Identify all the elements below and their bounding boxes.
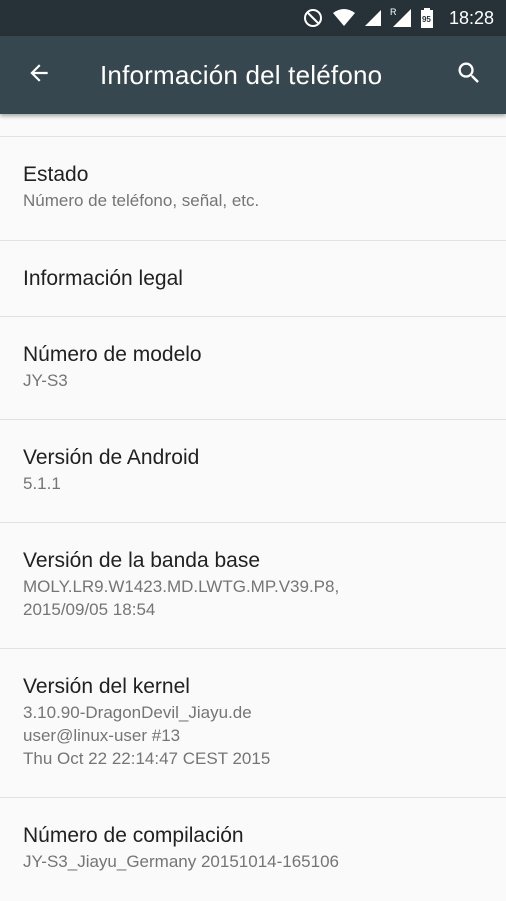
status-bar: R 95 18:28 bbox=[0, 0, 506, 36]
list-item-estado[interactable]: Estado Número de teléfono, señal, etc. bbox=[0, 137, 506, 241]
settings-list: Estado Número de teléfono, señal, etc. I… bbox=[0, 114, 506, 901]
search-button[interactable] bbox=[452, 58, 486, 92]
list-item-version-de-android[interactable]: Versión de Android 5.1.1 bbox=[0, 420, 506, 523]
list-item-version-banda-base[interactable]: Versión de la banda base MOLY.LR9.W1423.… bbox=[0, 523, 506, 649]
signal-icon bbox=[364, 10, 381, 26]
list-item-numero-de-modelo[interactable]: Número de modelo JY-S3 bbox=[0, 317, 506, 420]
item-summary: Número de teléfono, señal, etc. bbox=[23, 191, 260, 210]
app-toolbar: Información del teléfono bbox=[0, 36, 506, 114]
item-title: Estado bbox=[23, 163, 89, 186]
battery-level: 95 bbox=[421, 15, 431, 24]
item-summary: MOLY.LR9.W1423.MD.LWTG.MP.V39.P8, 2015/0… bbox=[23, 577, 340, 619]
item-title: Número de modelo bbox=[23, 343, 202, 366]
status-time: 18:28 bbox=[448, 7, 494, 28]
item-title: Versión del kernel bbox=[23, 675, 190, 698]
list-item-informacion-legal[interactable]: Información legal bbox=[0, 241, 506, 317]
page-title: Información del teléfono bbox=[100, 59, 383, 90]
item-title: Versión de Android bbox=[23, 446, 200, 469]
search-icon bbox=[455, 59, 483, 92]
list-divider bbox=[0, 114, 506, 137]
item-title: Versión de la banda base bbox=[23, 549, 261, 572]
list-item-numero-de-compilacion[interactable]: Número de compilación JY-S3_Jiayu_German… bbox=[0, 798, 506, 901]
item-summary: 3.10.90-DragonDevil_Jiayu.de user@linux-… bbox=[23, 703, 271, 768]
item-summary: JY-S3 bbox=[23, 371, 68, 390]
item-title: Información legal bbox=[23, 267, 183, 290]
item-summary: JY-S3_Jiayu_Germany 20151014-165106 bbox=[23, 852, 339, 871]
do-not-disturb-icon bbox=[303, 8, 323, 28]
list-item-version-del-kernel[interactable]: Versión del kernel 3.10.90-DragonDevil_J… bbox=[0, 649, 506, 798]
arrow-back-icon bbox=[26, 60, 52, 91]
back-button[interactable] bbox=[24, 60, 54, 90]
roaming-indicator: R bbox=[389, 7, 397, 17]
item-summary: 5.1.1 bbox=[23, 474, 61, 493]
wifi-icon bbox=[332, 9, 355, 27]
item-title: Número de compilación bbox=[23, 824, 244, 847]
roaming-signal-icon: R bbox=[389, 7, 411, 27]
battery-icon: 95 bbox=[420, 8, 433, 28]
